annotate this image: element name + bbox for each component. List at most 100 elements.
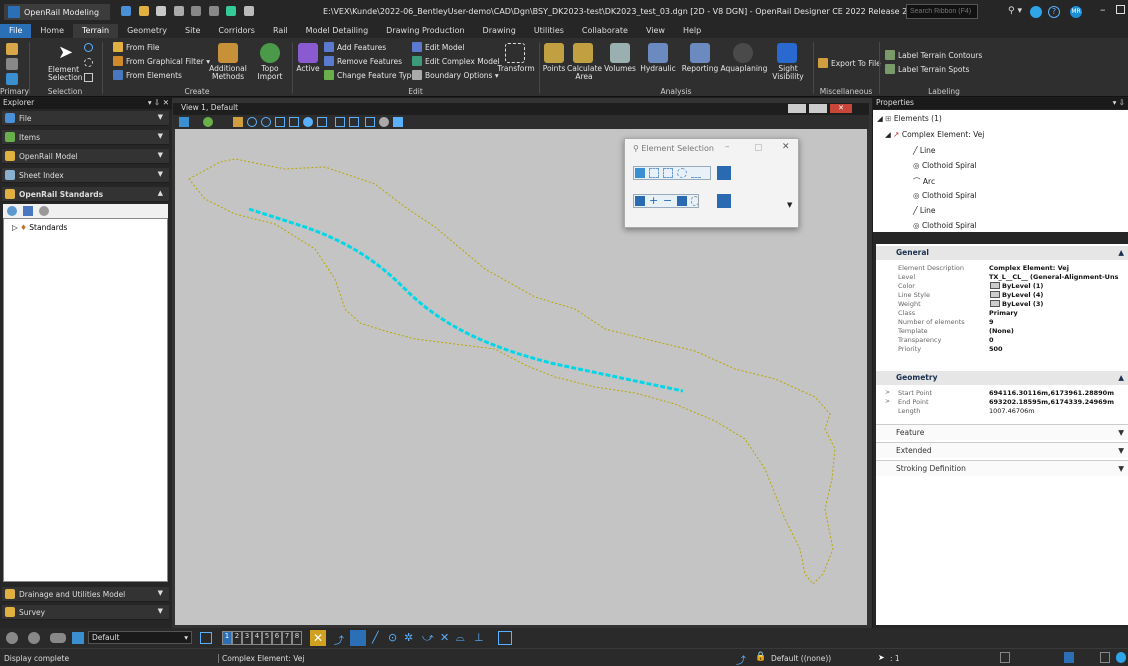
minimize-button[interactable]: – <box>1100 3 1106 16</box>
calculate-area-button[interactable]: Calculate Area <box>567 65 602 81</box>
hydraulic-icon[interactable] <box>648 43 668 63</box>
tab-utilities[interactable]: Utilities <box>525 24 573 38</box>
reporting-button[interactable]: Reporting <box>679 65 721 73</box>
design-history-icon[interactable] <box>1000 652 1010 663</box>
add-mode-icon[interactable]: + <box>649 195 658 206</box>
tree-complex-element[interactable]: ◢ ↗ Complex Element: Vej <box>885 130 984 139</box>
zoom-in-icon[interactable] <box>247 117 257 127</box>
snap-bisector-icon[interactable]: ⤻ <box>422 631 434 645</box>
add-features-button[interactable]: Add Features <box>324 42 386 52</box>
prop-value[interactable]: (None) <box>989 327 1014 335</box>
save-icon[interactable] <box>156 6 167 16</box>
explorer-section-drainage[interactable]: Drainage and Utilities Model ▼ <box>2 587 169 602</box>
hydraulic-button[interactable]: Hydraulic <box>639 65 677 73</box>
fit-view-icon[interactable] <box>289 117 299 127</box>
expand-arrow-icon[interactable]: ▷ <box>12 223 18 232</box>
snap-status-icon[interactable]: ⤴ <box>736 652 746 666</box>
tab-model-detailing[interactable]: Model Detailing <box>297 24 378 38</box>
prop-value[interactable]: 500 <box>989 345 1003 353</box>
rotate-view-icon[interactable] <box>303 117 313 127</box>
dialog-expand-icon[interactable]: ▼ <box>787 201 792 209</box>
from-file-button[interactable]: From File <box>113 42 160 52</box>
user-avatar[interactable]: MR <box>1070 6 1082 18</box>
volumes-button[interactable]: Volumes <box>602 65 638 73</box>
snap-tangent-icon[interactable]: ⌓ <box>456 631 465 645</box>
pan-view-icon[interactable] <box>317 117 327 127</box>
view-7-button[interactable]: 7 <box>282 631 292 645</box>
extended-section[interactable]: Extended ▼ <box>876 442 1128 458</box>
general-header[interactable]: General ▲ <box>876 246 1128 260</box>
view-display-icon[interactable] <box>203 117 213 127</box>
snap-mode-icon[interactable] <box>498 631 512 645</box>
update-view-icon[interactable] <box>233 117 243 127</box>
model-icon[interactable] <box>1064 652 1074 663</box>
zoom-out-icon[interactable] <box>261 117 271 127</box>
transform-icon[interactable] <box>505 43 525 63</box>
clear-mode-icon[interactable] <box>691 196 699 206</box>
undo-icon[interactable] <box>191 6 202 16</box>
individual-select-icon[interactable] <box>635 168 645 178</box>
view-5-button[interactable]: 5 <box>262 631 272 645</box>
topo-import-button[interactable]: Topo Import <box>252 65 288 81</box>
tab-geometry[interactable]: Geometry <box>118 24 176 38</box>
primary-tool-icon[interactable] <box>6 43 18 55</box>
help-icon[interactable]: ? <box>1048 6 1060 18</box>
dialog-close-button[interactable]: ✕ <box>782 142 790 152</box>
view-attributes-icon[interactable] <box>179 117 189 127</box>
reporting-icon[interactable] <box>690 43 710 63</box>
view-group-icon[interactable] <box>72 632 84 644</box>
tab-view[interactable]: View <box>637 24 674 38</box>
calculate-area-icon[interactable] <box>573 43 593 63</box>
topo-import-icon[interactable] <box>260 43 280 63</box>
dialog-minimize-button[interactable]: – <box>725 142 730 152</box>
explorer-section-openrail-model[interactable]: OpenRail Model ▼ <box>2 149 169 164</box>
expand-arrow-icon[interactable]: > <box>885 398 890 405</box>
snap-line-icon[interactable]: ⤴ <box>334 632 344 647</box>
views-icon[interactable] <box>200 632 212 644</box>
tab-collaborate[interactable]: Collaborate <box>573 24 637 38</box>
view-previous-icon[interactable] <box>335 117 345 127</box>
tree-child-line[interactable]: ╱ Line <box>913 206 936 215</box>
prop-value[interactable]: TX_L__CL__ (General-Alignment-Uns <box>989 273 1118 281</box>
complex-element-vej[interactable] <box>248 207 684 393</box>
notifications-icon[interactable] <box>1030 6 1042 18</box>
sight-visibility-icon[interactable] <box>777 43 797 63</box>
window-area-icon[interactable] <box>275 117 285 127</box>
primary-tool-icon-3[interactable] <box>6 73 18 85</box>
print-icon[interactable] <box>243 6 254 16</box>
select-all-icon[interactable] <box>717 194 731 208</box>
active-button[interactable]: Active <box>296 65 320 73</box>
geometry-header[interactable]: Geometry ▲ <box>876 371 1128 385</box>
points-button[interactable]: Points <box>540 65 568 73</box>
tab-help[interactable]: Help <box>674 24 710 38</box>
circle-select-icon[interactable] <box>677 168 687 178</box>
remove-features-button[interactable]: Remove Features <box>324 56 402 66</box>
label-terrain-contours-button[interactable]: Label Terrain Contours <box>885 50 982 60</box>
forward-icon[interactable] <box>28 632 40 644</box>
explorer-section-openrail-standards[interactable]: OpenRail Standards ▲ <box>2 187 169 202</box>
view-next-icon[interactable] <box>349 117 359 127</box>
from-elements-button[interactable]: From Elements <box>113 70 182 80</box>
additional-methods-icon[interactable] <box>218 43 238 63</box>
tree-child-clothoid-spiral[interactable]: ◎ Clothoid Spiral <box>913 221 977 230</box>
prop-value[interactable]: Primary <box>989 309 1018 317</box>
redo-icon[interactable] <box>208 6 219 16</box>
primary-tool-icon-2[interactable] <box>6 58 18 70</box>
tab-drawing[interactable]: Drawing <box>474 24 525 38</box>
transform-button[interactable]: Transform <box>497 65 535 73</box>
view-8-button[interactable]: 8 <box>292 631 302 645</box>
view-group-dropdown[interactable]: Default ▾ <box>88 631 192 644</box>
tree-child-clothoid-spiral[interactable]: ◎ Clothoid Spiral <box>913 191 977 200</box>
tree-child-line[interactable]: ╱ Line <box>913 146 936 155</box>
view-groups-icon[interactable] <box>50 633 66 643</box>
tab-file[interactable]: File <box>0 24 32 38</box>
tab-drawing-production[interactable]: Drawing Production <box>377 24 473 38</box>
volumes-icon[interactable] <box>610 43 630 63</box>
clear-selection-icon[interactable] <box>717 166 731 180</box>
tree-child-clothoid-spiral[interactable]: ◎ Clothoid Spiral <box>913 161 977 170</box>
snap-perpendicular-icon[interactable]: ⊥ <box>474 631 484 644</box>
refresh-icon[interactable] <box>7 206 17 216</box>
workflow-selector[interactable]: OpenRail Modeling <box>4 4 110 20</box>
explorer-pin-close[interactable]: ▾ ⇩ ✕ <box>148 98 169 109</box>
tree-item-standards[interactable]: ▷ ♦ Standards <box>12 223 67 232</box>
